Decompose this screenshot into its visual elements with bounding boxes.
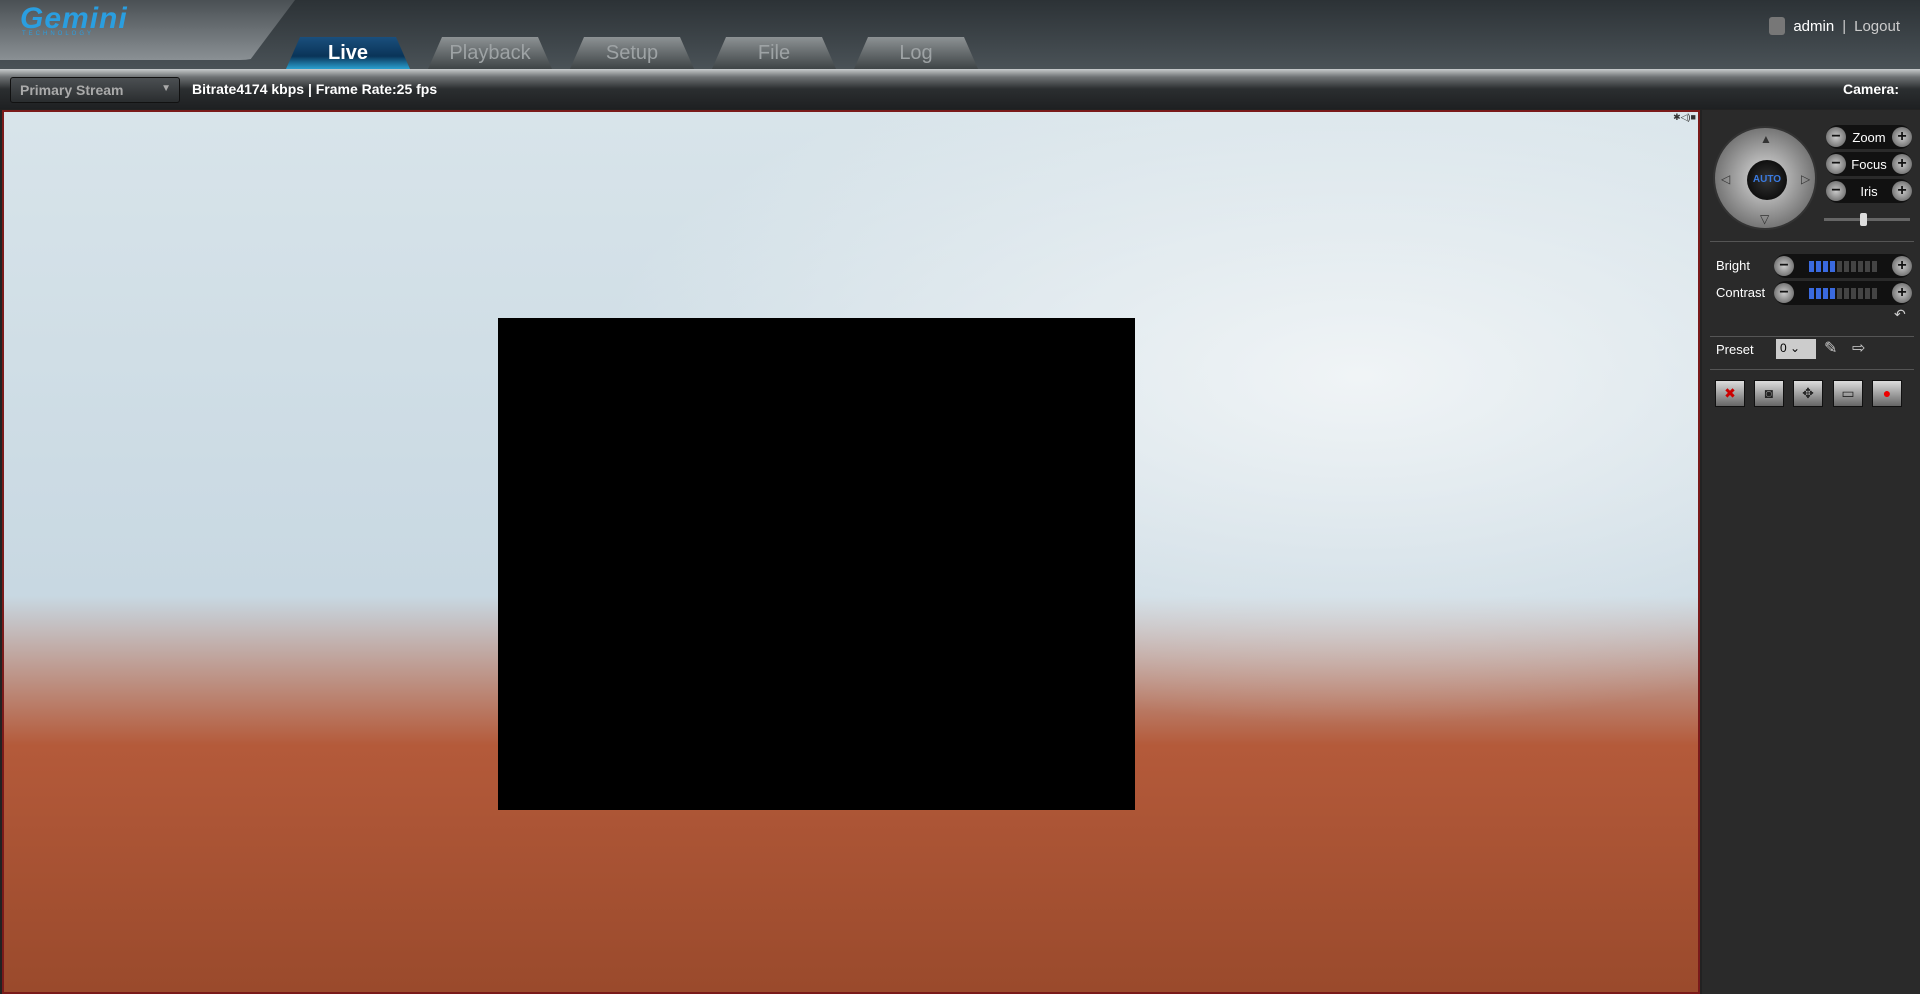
bitrate-status: Bitrate4174 kbps | Frame Rate:25 fps	[192, 81, 438, 97]
clear-icon: ✖	[1724, 385, 1736, 401]
user-area: admin | Logout	[1769, 17, 1900, 35]
reset-icon[interactable]: ↶	[1894, 306, 1906, 323]
slider-handle[interactable]	[1860, 213, 1867, 226]
video-player[interactable]: ✱◁)■	[2, 110, 1700, 994]
iris-control: − Iris +	[1826, 179, 1912, 203]
tab-file[interactable]: File	[712, 37, 836, 69]
contrast-control: − +	[1774, 281, 1912, 305]
level-segment	[1865, 287, 1870, 299]
level-segment	[1865, 260, 1870, 272]
bright-level-bar	[1809, 260, 1877, 272]
record-icon: ▭	[1841, 385, 1855, 401]
level-segment	[1823, 287, 1828, 299]
tab-playback[interactable]: Playback	[428, 37, 552, 69]
bright-label: Bright	[1716, 258, 1750, 273]
level-segment	[1844, 260, 1849, 272]
preset-label: Preset	[1716, 342, 1754, 357]
bright-plus-button[interactable]: +	[1892, 256, 1912, 276]
header: Gemini TECHNOLOGY Live Playback Setup Fi…	[0, 0, 1920, 69]
record-button[interactable]: ▭	[1833, 380, 1863, 407]
level-segment	[1830, 260, 1835, 272]
chevron-down-icon: ▼	[161, 83, 171, 94]
level-segment	[1816, 260, 1821, 272]
zoom-in-button[interactable]: +	[1891, 127, 1912, 147]
iris-minus-button[interactable]: −	[1826, 181, 1846, 201]
contrast-minus-button[interactable]: −	[1774, 283, 1794, 303]
stream-value: Primary Stream	[20, 82, 124, 98]
arrow-down-icon[interactable]: ▽	[1760, 212, 1769, 226]
tab-log[interactable]: Log	[854, 37, 978, 69]
username: admin	[1793, 17, 1835, 35]
focus-label: Focus	[1851, 156, 1887, 172]
logout-link[interactable]: Logout	[1854, 18, 1900, 35]
iris-label: Iris	[1860, 183, 1878, 199]
control-panel: ▲ ▽ ◁ ▷ AUTO − Zoom + − Focus + − Iris + Brigh…	[1702, 110, 1920, 994]
stream-select[interactable]: Primary Stream ▼	[10, 77, 180, 103]
bright-minus-button[interactable]: −	[1774, 256, 1794, 276]
user-icon	[1769, 17, 1786, 35]
privacy-mask	[498, 318, 1135, 810]
preset-select[interactable]: 0 ⌄	[1776, 339, 1816, 359]
level-segment	[1872, 287, 1877, 299]
divider	[1710, 241, 1914, 242]
level-segment	[1858, 287, 1863, 299]
level-segment	[1809, 260, 1814, 272]
arrow-right-icon[interactable]: ⇨	[1852, 338, 1865, 358]
contrast-plus-button[interactable]: +	[1892, 283, 1912, 303]
divider	[1710, 336, 1914, 337]
auto-button[interactable]: AUTO	[1747, 160, 1787, 200]
preset-value: 0	[1780, 341, 1787, 355]
alarm-icon: ●	[1882, 385, 1892, 401]
tab-live[interactable]: Live	[286, 37, 410, 69]
zoom-label: Zoom	[1852, 129, 1886, 145]
speed-slider[interactable]	[1824, 213, 1910, 226]
level-segment	[1872, 260, 1877, 272]
level-segment	[1858, 260, 1863, 272]
level-segment	[1816, 287, 1821, 299]
video-overlay-icons[interactable]: ✱◁)■	[1673, 112, 1696, 123]
focus-minus-button[interactable]: −	[1826, 154, 1846, 174]
level-segment	[1823, 260, 1828, 272]
arrow-right-icon[interactable]: ▷	[1801, 172, 1810, 186]
contrast-level-bar	[1809, 287, 1877, 299]
arrow-left-icon[interactable]: ◁	[1721, 172, 1730, 186]
ptz-control[interactable]: ▲ ▽ ◁ ▷ AUTO	[1713, 126, 1817, 230]
logo-subtitle: TECHNOLOGY	[22, 31, 95, 37]
snapshot-button[interactable]: ◙	[1754, 380, 1784, 407]
level-segment	[1809, 287, 1814, 299]
level-segment	[1837, 260, 1842, 272]
contrast-label: Contrast	[1716, 285, 1766, 300]
zoom-out-button[interactable]: −	[1826, 127, 1846, 147]
fullscreen-button[interactable]: ✥	[1793, 380, 1823, 407]
tab-setup[interactable]: Setup	[570, 37, 694, 69]
level-segment	[1830, 287, 1835, 299]
level-segment	[1837, 287, 1842, 299]
zoom-control: − Zoom +	[1826, 125, 1912, 149]
bright-control: − +	[1774, 254, 1912, 278]
level-segment	[1851, 260, 1856, 272]
arrow-up-icon[interactable]: ▲	[1760, 132, 1772, 146]
level-segment	[1851, 287, 1856, 299]
separator: |	[1842, 17, 1847, 35]
divider	[1710, 369, 1914, 370]
fullscreen-icon: ✥	[1802, 385, 1814, 401]
snapshot-icon: ◙	[1764, 385, 1774, 401]
focus-control: − Focus +	[1826, 152, 1912, 176]
pencil-icon[interactable]: ✎	[1824, 338, 1837, 358]
iris-plus-button[interactable]: +	[1892, 181, 1912, 201]
alarm-button[interactable]: ●	[1872, 380, 1902, 407]
clear-button[interactable]: ✖	[1715, 380, 1745, 407]
focus-plus-button[interactable]: +	[1892, 154, 1912, 174]
level-segment	[1844, 287, 1849, 299]
camera-label: Camera:	[1842, 81, 1899, 97]
chevron-down-icon: ⌄	[1790, 341, 1801, 355]
